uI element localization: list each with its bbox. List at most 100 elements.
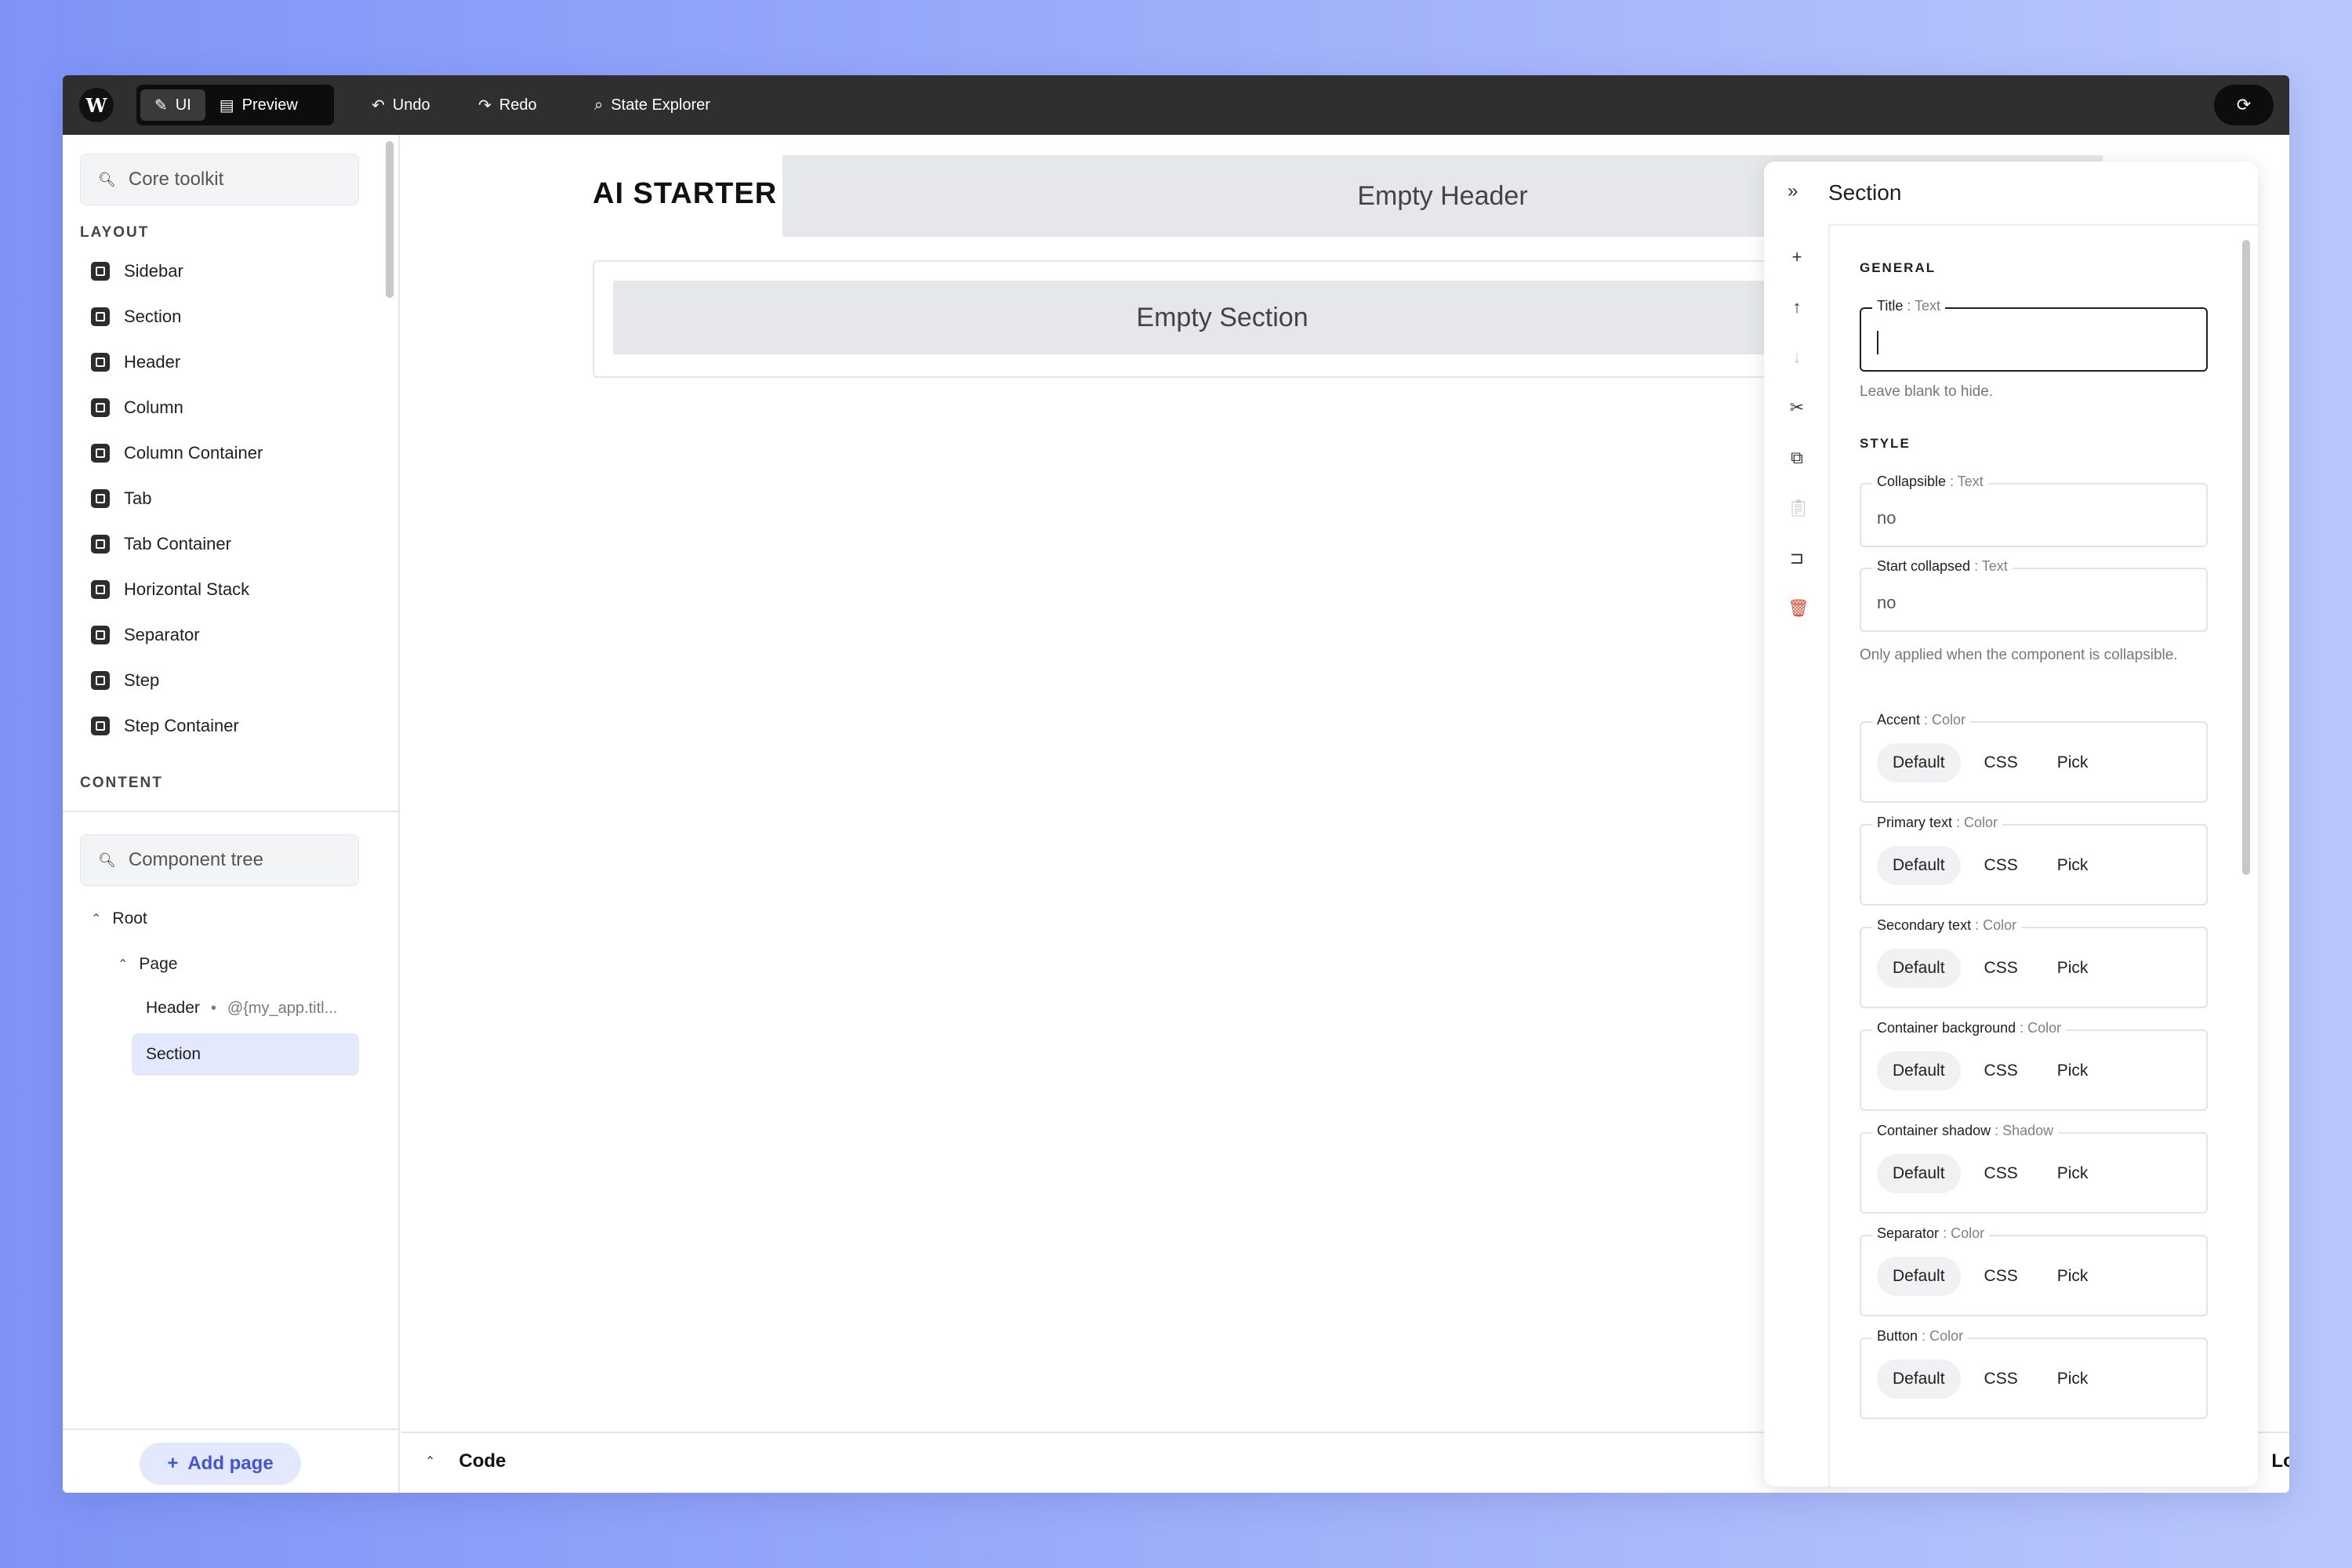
collapse-panel-icon[interactable]: » [1788,180,1798,202]
default-option[interactable]: Default [1877,1051,1961,1091]
pick-option[interactable]: Pick [2042,743,2104,782]
toolkit-item-label: Horizontal Stack [124,579,250,599]
accent-color-field: Accent : Color Default CSS Pick [1860,712,2208,803]
css-option[interactable]: CSS [1969,846,2034,885]
settings-scrollbar[interactable] [2242,240,2250,875]
settings-tool-column: + ↑ ↓ ✂ ⧉ 📋︎ ⊐ 🗑︎ [1764,224,1830,1486]
toolkit-item-label: Header [124,352,181,372]
tree-item-section[interactable]: Section [146,1039,201,1070]
app-title[interactable]: AI STARTER [593,177,777,211]
column-container-icon [91,444,110,463]
empty-section-component[interactable]: Empty Section [613,281,1831,354]
pick-option[interactable]: Pick [2042,1051,2104,1091]
option-group: Default CSS Pick [1877,1359,2103,1399]
pick-option[interactable]: Pick [2042,846,2104,885]
field-type: : Color [1922,1328,1964,1344]
tree-item-page[interactable]: ⌃ Page [118,949,177,980]
toolkit-item-header[interactable]: Header [91,347,180,378]
search-icon: 🔍︎ [98,171,116,187]
field-legend: Container background : Color [1872,1020,2067,1036]
copy-icon[interactable]: ⧉ [1788,448,1806,467]
select-parent-icon[interactable]: ⊐ [1788,549,1806,568]
toolkit-item-separator[interactable]: Separator [91,619,200,651]
css-option[interactable]: CSS [1969,1051,2034,1091]
undo-button[interactable]: ↶ Undo [372,89,430,121]
tree-item-root[interactable]: ⌃ Root [91,903,147,935]
component-tree-search-input[interactable]: 🔍︎ Component tree [80,834,359,886]
search-icon: 🔍︎ [98,851,116,868]
mode-preview-button[interactable]: ▤ Preview [205,89,312,121]
field-type: : Text [1950,474,1984,489]
toolkit-scrollbar[interactable] [386,141,394,298]
toolkit-item-tab[interactable]: Tab [91,483,151,514]
move-down-icon[interactable]: ↓ [1788,348,1806,367]
pick-option[interactable]: Pick [2042,949,2104,988]
delete-icon[interactable]: 🗑︎ [1788,599,1809,618]
toolkit-item-column-container[interactable]: Column Container [91,437,263,469]
collapsible-field[interactable]: Collapsible : Text no [1860,474,2208,547]
css-option[interactable]: CSS [1969,1154,2034,1193]
mode-ui-button[interactable]: ✎ UI [140,89,205,121]
option-group: Default CSS Pick [1877,846,2103,885]
cut-icon[interactable]: ✂ [1788,398,1806,417]
default-option[interactable]: Default [1877,846,1961,885]
start-collapsed-field[interactable]: Start collapsed : Text no [1860,558,2208,632]
default-option[interactable]: Default [1877,743,1961,782]
field-value: no [1877,508,1896,528]
default-option[interactable]: Default [1877,1359,1961,1399]
css-option[interactable]: CSS [1969,1359,2034,1399]
toolkit-item-label: Step Container [124,716,239,735]
redo-button[interactable]: ↷ Redo [478,89,537,121]
secondary-text-color-field: Secondary text : Color Default CSS Pick [1860,917,2208,1008]
add-icon[interactable]: + [1788,248,1806,267]
toolkit-item-horizontal-stack[interactable]: Horizontal Stack [91,574,249,605]
toolkit-item-step[interactable]: Step [91,665,159,696]
toolkit-item-tab-container[interactable]: Tab Container [91,528,231,560]
toolkit-item-step-container[interactable]: Step Container [91,710,239,742]
left-panel: 🔍︎ Core toolkit LAYOUT Sidebar Section H… [63,135,400,1493]
default-option[interactable]: Default [1877,1257,1961,1296]
field-type: : Color [1975,917,2017,933]
toolkit-search-input[interactable]: 🔍︎ Core toolkit [80,154,359,205]
pick-option[interactable]: Pick [2042,1359,2104,1399]
app-logo[interactable]: W [79,88,114,122]
chevron-up-icon[interactable]: ⌃ [91,911,101,927]
field-legend: Button : Color [1872,1328,1969,1345]
pencil-icon: ✎ [154,96,168,114]
layout-section-label: LAYOUT [80,224,150,241]
field-type: : Text [1907,298,1941,314]
toolkit-item-section[interactable]: Section [91,301,181,332]
state-explorer-button[interactable]: ⌕ State Explorer [594,89,710,121]
title-hint: Leave blank to hide. [1860,383,1994,400]
toolkit-item-sidebar[interactable]: Sidebar [91,256,183,287]
tree-item-label: Header [146,999,200,1017]
default-option[interactable]: Default [1877,1154,1961,1193]
default-option[interactable]: Default [1877,949,1961,988]
tree-item-header[interactable]: Header • @{my_app.titl... [146,993,337,1024]
sync-button[interactable]: ⟳ [2214,85,2274,125]
css-option[interactable]: CSS [1969,949,2034,988]
pick-option[interactable]: Pick [2042,1154,2104,1193]
title-field[interactable]: Title : Text [1860,298,2208,372]
toolkit-item-label: Tab Container [124,534,231,554]
move-up-icon[interactable]: ↑ [1788,298,1806,317]
toolkit-item-label: Step [124,670,160,690]
panel-divider[interactable] [63,811,400,812]
option-group: Default CSS Pick [1877,1154,2103,1193]
builder-window: W ✎ UI ▤ Preview ↶ Undo ↷ Redo ⌕ State E… [63,75,2289,1493]
chevron-up-icon[interactable]: ⌃ [118,956,128,972]
code-label: Code [459,1450,506,1472]
separator-color-field: Separator : Color Default CSS Pick [1860,1225,2208,1316]
toolkit-item-column[interactable]: Column [91,392,183,423]
pick-option[interactable]: Pick [2042,1257,2104,1296]
code-panel-toggle[interactable]: ⌃ Code [425,1450,506,1472]
add-page-button[interactable]: + Add page [140,1443,301,1485]
tree-item-label: Page [139,955,178,973]
field-label: Title [1877,298,1904,314]
tab-container-icon [91,535,110,554]
toolkit-item-label: Separator [124,625,200,644]
css-option[interactable]: CSS [1969,1257,2034,1296]
field-legend: Start collapsed : Text [1872,558,2013,575]
css-option[interactable]: CSS [1969,743,2034,782]
paste-icon[interactable]: 📋︎ [1788,499,1809,517]
